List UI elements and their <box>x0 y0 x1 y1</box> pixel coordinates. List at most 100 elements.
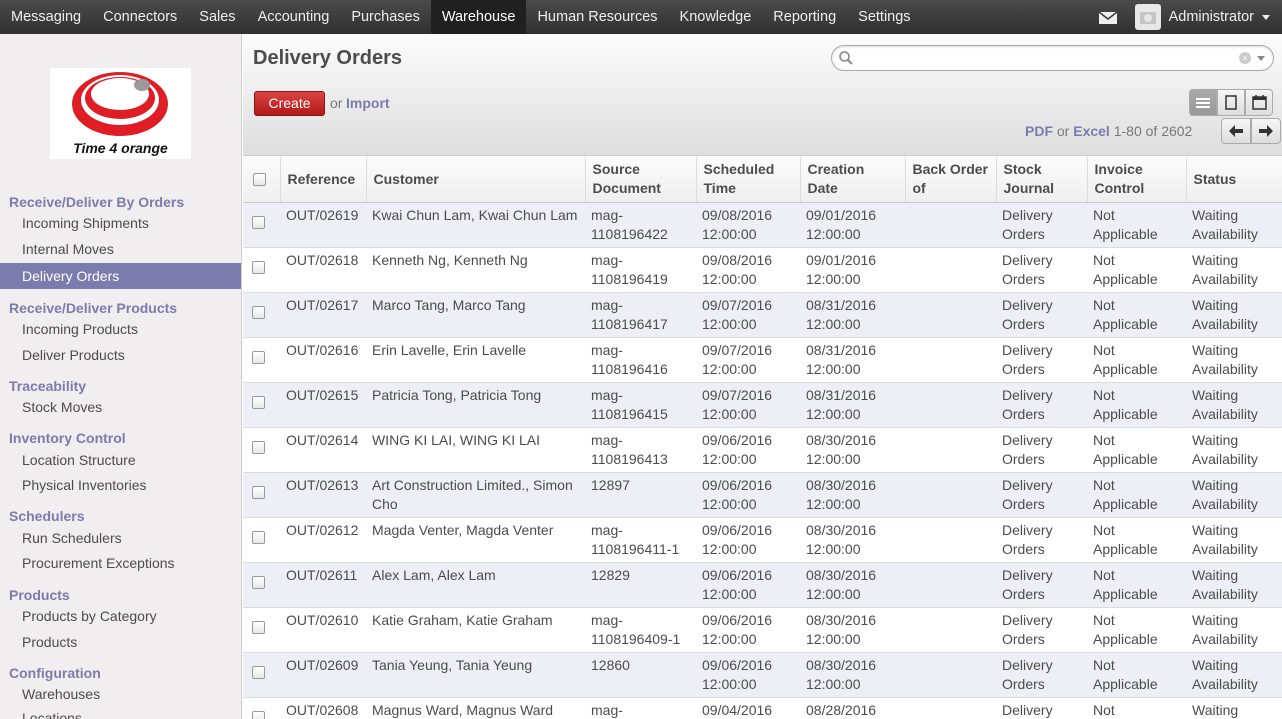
pdf-link[interactable]: PDF <box>1025 123 1053 139</box>
row-select-cell <box>243 561 280 607</box>
arrow-left-icon <box>1229 125 1243 137</box>
or-label: or <box>330 95 343 111</box>
sidebar-item-products[interactable]: Products <box>22 634 77 650</box>
sidebar-item-products-by-category[interactable]: Products by Category <box>22 608 157 624</box>
menu-item-sales[interactable]: Sales <box>188 0 246 34</box>
cell-customer: Katie Graham, Katie Graham <box>366 606 585 652</box>
create-button[interactable]: Create <box>254 91 325 116</box>
row-select-cell <box>243 246 280 292</box>
table-row[interactable]: OUT/02618 Kenneth Ng, Kenneth Ng mag-11081… <box>243 246 1282 292</box>
user-name[interactable]: Administrator <box>1169 9 1254 25</box>
user-avatar[interactable] <box>1134 4 1161 30</box>
cell-scheduled-time: 09/07/2016 12:00:00 <box>696 336 800 382</box>
sidebar-item-location-structure[interactable]: Location Structure <box>22 452 136 468</box>
menu-item-warehouse[interactable]: Warehouse <box>430 0 527 34</box>
sidebar-item-stock-moves[interactable]: Stock Moves <box>22 399 102 415</box>
calendar-view-button[interactable] <box>1245 89 1273 116</box>
row-checkbox[interactable] <box>252 350 265 364</box>
cell-scheduled-time: 09/07/2016 12:00:00 <box>696 381 800 427</box>
menu-item-human-resources[interactable]: Human Resources <box>526 0 668 34</box>
menu-item-messaging[interactable]: Messaging <box>0 0 92 34</box>
sidebar-item-warehouses[interactable]: Warehouses <box>22 686 100 702</box>
table-row[interactable]: OUT/02614 WING KI LAI, WING KI LAI mag-110… <box>243 426 1282 472</box>
cell-creation-date: 08/30/2016 12:00:00 <box>800 606 905 652</box>
row-checkbox[interactable] <box>252 530 265 544</box>
sidebar-item-run-schedulers[interactable]: Run Schedulers <box>22 530 122 546</box>
sidebar-item-procurement-exceptions[interactable]: Procurement Exceptions <box>22 555 175 571</box>
list-view-button[interactable] <box>1189 89 1217 116</box>
table-row[interactable]: OUT/02616 Erin Lavelle, Erin Lavelle mag-1… <box>243 336 1282 382</box>
excel-link[interactable]: Excel <box>1073 123 1110 139</box>
menu-item-reporting[interactable]: Reporting <box>762 0 847 34</box>
column-header-status[interactable]: Status <box>1185 157 1282 203</box>
sidebar-item-locations[interactable]: Locations <box>22 710 82 719</box>
cell-customer: Patricia Tong, Patricia Tong <box>366 381 585 427</box>
sidebar-item-incoming-shipments[interactable]: Incoming Shipments <box>22 215 149 231</box>
search-input[interactable] <box>860 49 1230 67</box>
table-row[interactable]: OUT/02615 Patricia Tong, Patricia Tong mag… <box>243 381 1282 427</box>
cell-back-order-of <box>905 201 996 247</box>
cell-customer: Marco Tang, Marco Tang <box>366 291 585 337</box>
table-row[interactable]: OUT/02617 Marco Tang, Marco Tang mag-11081… <box>243 291 1282 337</box>
row-checkbox[interactable] <box>252 620 265 634</box>
row-checkbox[interactable] <box>252 710 265 719</box>
table-row[interactable]: OUT/02612 Magda Venter, Magda Venter mag-1… <box>243 516 1282 562</box>
column-header-creation-date[interactable]: Creation Date <box>799 157 905 203</box>
cell-creation-date: 08/31/2016 12:00:00 <box>800 291 905 337</box>
cell-status: Waiting Availability <box>1186 561 1282 607</box>
table-row[interactable]: OUT/02609 Tania Yeung, Tania Yeung 12860 09… <box>243 651 1282 697</box>
table-row[interactable]: OUT/02619 Kwai Chun Lam, Kwai Chun Lam mag… <box>243 201 1282 247</box>
form-view-button[interactable] <box>1217 89 1245 116</box>
menu-item-connectors[interactable]: Connectors <box>92 0 188 34</box>
search-box[interactable]: × <box>831 45 1274 71</box>
table-row[interactable]: OUT/02608 Magnus Ward, Magnus Ward mag- 09/… <box>243 696 1282 719</box>
search-dropdown-icon[interactable] <box>1257 56 1265 61</box>
chevron-down-icon[interactable] <box>1262 14 1270 20</box>
row-checkbox[interactable] <box>252 485 265 499</box>
cell-stock-journal: Delivery Orders <box>996 291 1087 337</box>
previous-page-button[interactable] <box>1221 118 1251 144</box>
row-checkbox[interactable] <box>252 305 265 319</box>
menu-item-settings[interactable]: Settings <box>847 0 921 34</box>
row-checkbox[interactable] <box>252 260 265 274</box>
cell-scheduled-time: 09/08/2016 12:00:00 <box>696 246 800 292</box>
sidebar-item-physical-inventories[interactable]: Physical Inventories <box>22 477 147 493</box>
row-checkbox[interactable] <box>252 440 265 454</box>
sidebar-item-internal-moves[interactable]: Internal Moves <box>22 241 114 257</box>
row-checkbox[interactable] <box>252 215 265 229</box>
cell-status: Waiting Availability <box>1186 336 1282 382</box>
menu-item-purchases[interactable]: Purchases <box>340 0 431 34</box>
menu-item-knowledge[interactable]: Knowledge <box>669 0 763 34</box>
column-header-invoice-control[interactable]: Invoice Control <box>1086 157 1186 203</box>
menu-item-accounting[interactable]: Accounting <box>247 0 341 34</box>
column-header-customer[interactable]: Customer <box>365 157 585 203</box>
envelope-icon[interactable] <box>1098 11 1118 24</box>
next-page-button[interactable] <box>1251 118 1281 144</box>
column-header-scheduled-time[interactable]: Scheduled Time <box>695 157 800 203</box>
row-checkbox[interactable] <box>252 575 265 589</box>
import-link[interactable]: Import <box>346 95 390 111</box>
row-checkbox[interactable] <box>252 665 265 679</box>
column-header-source-document[interactable]: Source Document <box>584 157 696 203</box>
column-header-reference[interactable]: Reference <box>279 157 366 203</box>
cell-reference: OUT/02609 <box>280 651 366 697</box>
sidebar-item-incoming-products[interactable]: Incoming Products <box>22 321 138 337</box>
pager-range: 1-80 of 2602 <box>1113 123 1193 139</box>
cell-invoice-control: Not Applicable <box>1087 516 1186 562</box>
cell-source-document: mag-1108196415 <box>585 381 696 427</box>
cell-status: Waiting Availability <box>1186 426 1282 472</box>
view-header: Delivery Orders × Create or Import PDF o… <box>243 34 1282 156</box>
table-row[interactable]: OUT/02613 Art Construction Limited., Simo… <box>243 471 1282 517</box>
select-all-checkbox[interactable] <box>253 172 266 186</box>
table-row[interactable]: OUT/02610 Katie Graham, Katie Graham mag-1… <box>243 606 1282 652</box>
clear-icon[interactable]: × <box>1239 52 1251 64</box>
row-select-cell <box>243 651 280 697</box>
sidebar-item-deliver-products[interactable]: Deliver Products <box>22 347 125 363</box>
sidebar-item-delivery-orders[interactable]: Delivery Orders <box>0 263 241 289</box>
cell-customer: Kenneth Ng, Kenneth Ng <box>366 246 585 292</box>
row-checkbox[interactable] <box>252 395 265 409</box>
table-row[interactable]: OUT/02611 Alex Lam, Alex Lam 12829 09/06/20… <box>243 561 1282 607</box>
cell-creation-date: 08/30/2016 12:00:00 <box>800 471 905 517</box>
column-header-stock-journal[interactable]: Stock Journal <box>995 157 1087 203</box>
column-header-back-order-of[interactable]: Back Order of <box>904 157 996 203</box>
